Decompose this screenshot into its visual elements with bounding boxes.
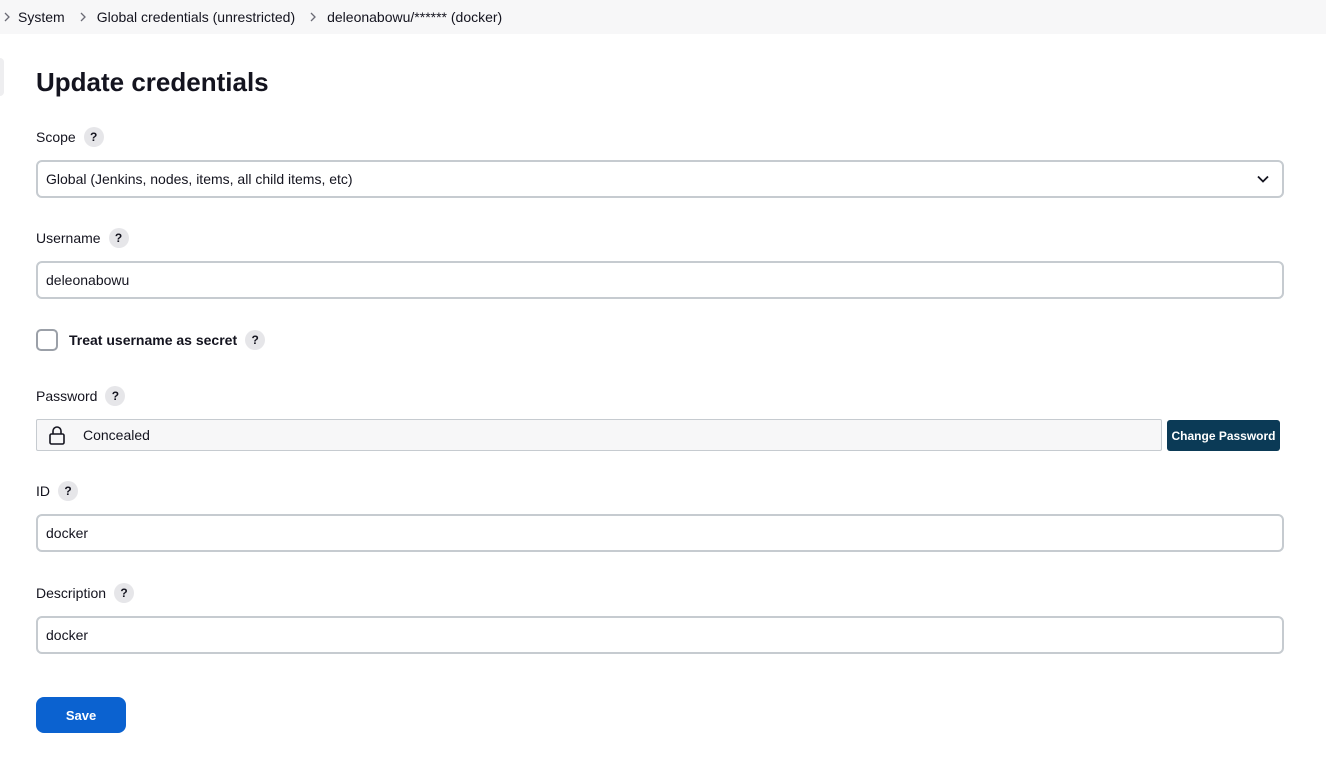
scope-select[interactable]: Global (Jenkins, nodes, items, all child… <box>36 160 1284 198</box>
description-field[interactable]: docker <box>36 616 1284 654</box>
username-label: Username <box>36 230 101 246</box>
id-label: ID <box>36 483 50 499</box>
help-icon[interactable]: ? <box>245 330 266 350</box>
treat-secret-row: Treat username as secret ? <box>36 329 266 351</box>
help-icon[interactable]: ? <box>108 228 129 248</box>
treat-username-secret-label[interactable]: Treat username as secret <box>69 332 237 348</box>
help-icon[interactable]: ? <box>58 481 78 501</box>
chevron-down-icon <box>1257 175 1269 183</box>
description-label-row: Description ? <box>36 583 135 603</box>
scope-selected-value: Global (Jenkins, nodes, items, all child… <box>46 171 353 187</box>
breadcrumb: System Global credentials (unrestricted)… <box>0 0 1326 34</box>
chevron-right-icon <box>0 7 14 27</box>
help-icon[interactable]: ? <box>114 583 135 603</box>
treat-username-secret-checkbox[interactable] <box>36 329 58 351</box>
change-password-button[interactable]: Change Password <box>1167 420 1280 451</box>
breadcrumb-credential[interactable]: deleonabowu/****** (docker) <box>323 9 510 25</box>
password-label-row: Password ? <box>36 386 126 406</box>
breadcrumb-system[interactable]: System <box>14 9 73 25</box>
username-field[interactable]: deleonabowu <box>36 261 1284 299</box>
username-label-row: Username ? <box>36 228 129 248</box>
scope-label: Scope <box>36 129 76 145</box>
help-icon[interactable]: ? <box>105 386 126 406</box>
chevron-right-icon <box>73 7 93 27</box>
breadcrumb-global-credentials[interactable]: Global credentials (unrestricted) <box>93 9 303 25</box>
lock-icon <box>49 426 65 445</box>
side-panel-tab[interactable] <box>0 58 4 96</box>
page-title: Update credentials <box>36 67 269 97</box>
help-icon[interactable]: ? <box>83 127 104 147</box>
save-button[interactable]: Save <box>36 697 126 733</box>
chevron-right-icon <box>303 7 323 27</box>
scope-label-row: Scope ? <box>36 127 104 147</box>
description-label: Description <box>36 585 107 601</box>
id-field[interactable]: docker <box>36 514 1284 552</box>
id-label-row: ID ? <box>36 481 78 501</box>
password-label: Password <box>36 388 98 404</box>
password-concealed-field: Concealed <box>36 419 1162 451</box>
concealed-text: Concealed <box>83 427 150 443</box>
